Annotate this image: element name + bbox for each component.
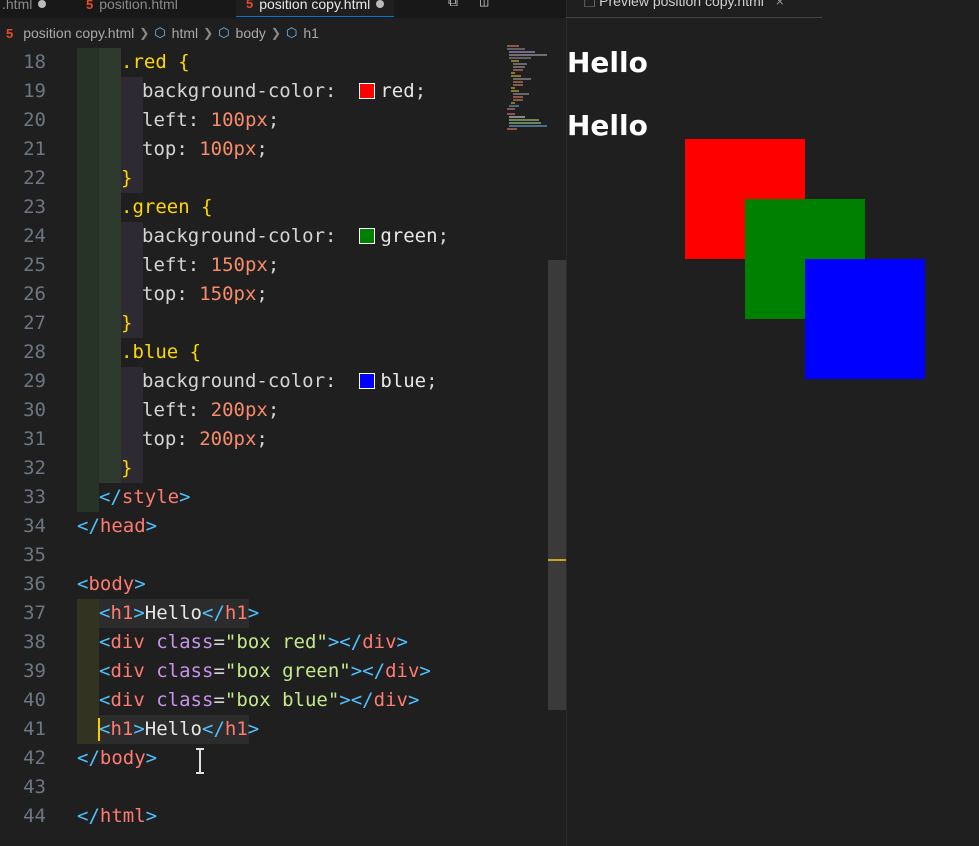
code-line-26: 26 top: 150px;	[23, 283, 268, 305]
code-line-42: 42 </body>	[23, 747, 158, 769]
chevron-right-icon: ❯	[203, 26, 214, 40]
code-line-31: 31 top: 200px;	[23, 428, 268, 450]
cube-symbol-icon: ⬡	[285, 25, 298, 40]
code-line-35: 35	[23, 544, 46, 566]
code-line-40: 40 <div class="box blue"></div>	[23, 689, 420, 711]
code-line-22: 22 }	[23, 167, 133, 189]
html5-file-icon: 5	[246, 0, 254, 11]
chevron-right-icon: ❯	[270, 26, 281, 40]
code-editor[interactable]: 18 .red { 19 background-color: red; 20 l…	[0, 48, 548, 846]
preview-file-icon: 🗋	[584, 0, 596, 9]
breadcrumb-html[interactable]: html	[172, 25, 198, 41]
code-line-18: 18 .red {	[23, 51, 190, 73]
scrollbar-cursor-marker	[548, 559, 566, 561]
tab-label: position copy.html	[259, 0, 371, 12]
code-line-19: 19 background-color: red;	[23, 80, 427, 102]
breadcrumb-file[interactable]: position copy.html	[23, 25, 134, 41]
code-line-23: 23 .green {	[23, 196, 213, 218]
unsaved-dot-icon[interactable]	[376, 0, 385, 8]
code-line-38: 38 <div class="box red"></div>	[23, 631, 408, 653]
close-icon[interactable]: ×	[776, 0, 784, 9]
tab-position-copy-html[interactable]: 5 position copy.html	[236, 0, 395, 17]
cube-symbol-icon: ⬡	[218, 25, 230, 40]
code-line-25: 25 left: 150px;	[23, 254, 280, 276]
color-swatch-blue[interactable]	[359, 373, 376, 389]
tab-position-html[interactable]: 5 position.html	[86, 0, 178, 17]
blue-box	[805, 259, 925, 379]
split-editor-icon[interactable]: ◫	[480, 0, 488, 10]
text-cursor-icon	[196, 748, 204, 774]
preview-heading: Hello	[567, 46, 648, 79]
cube-symbol-icon: ⬡	[154, 25, 166, 40]
code-line-41: 41 <h1>Hello</h1>	[23, 718, 260, 741]
preview-tab-label: Preview position copy.html	[599, 0, 764, 9]
breadcrumb-h1[interactable]: h1	[303, 25, 319, 41]
code-line-43: 43	[23, 776, 46, 798]
editor-tab-strip: .html 5 position.html 5 position copy.ht…	[0, 0, 566, 18]
tab-label: position.html	[99, 0, 178, 12]
code-line-29: 29 background-color: blue;	[23, 370, 438, 392]
unsaved-dot-icon[interactable]	[38, 0, 47, 8]
code-line-21: 21 top: 100px;	[23, 138, 268, 160]
code-line-36: 36 <body>	[23, 573, 146, 595]
code-line-28: 28 .blue {	[23, 341, 202, 363]
code-line-34: 34 </head>	[23, 515, 158, 537]
code-line-37: 37 <h1>Hello</h1>	[23, 602, 260, 624]
code-line-33: 33 </style>	[23, 486, 191, 508]
open-changes-icon[interactable]: ⧉	[448, 0, 458, 10]
color-swatch-green[interactable]	[359, 228, 376, 244]
preview-tab[interactable]: 🗋 Preview position copy.html ×	[566, 0, 822, 18]
tab-html[interactable]: .html	[2, 0, 47, 17]
chevron-right-icon: ❯	[139, 26, 150, 40]
editor-actions: ⧉ ◫	[448, 0, 488, 10]
html5-file-icon: 5	[6, 25, 14, 41]
code-line-32: 32 }	[23, 457, 133, 479]
code-line-20: 20 left: 100px;	[23, 109, 280, 131]
tab-label: .html	[2, 0, 33, 12]
scrollbar-thumb[interactable]	[548, 260, 566, 710]
minimap[interactable]	[505, 44, 550, 134]
preview-heading: Hello	[567, 109, 648, 142]
code-line-39: 39 <div class="box green"></div>	[23, 660, 431, 682]
breadcrumb: 5 position copy.html ❯ ⬡ html ❯ ⬡ body ❯…	[0, 18, 566, 48]
live-preview: Hello Hello	[567, 19, 979, 846]
html5-file-icon: 5	[86, 0, 94, 12]
code-line-30: 30 left: 200px;	[23, 399, 280, 421]
code-line-44: 44 </html>	[23, 805, 158, 827]
code-line-24: 24 background-color: green;	[23, 225, 450, 247]
color-swatch-red[interactable]	[359, 83, 376, 99]
code-line-27: 27 }	[23, 312, 133, 334]
breadcrumb-body[interactable]: body	[236, 25, 266, 41]
